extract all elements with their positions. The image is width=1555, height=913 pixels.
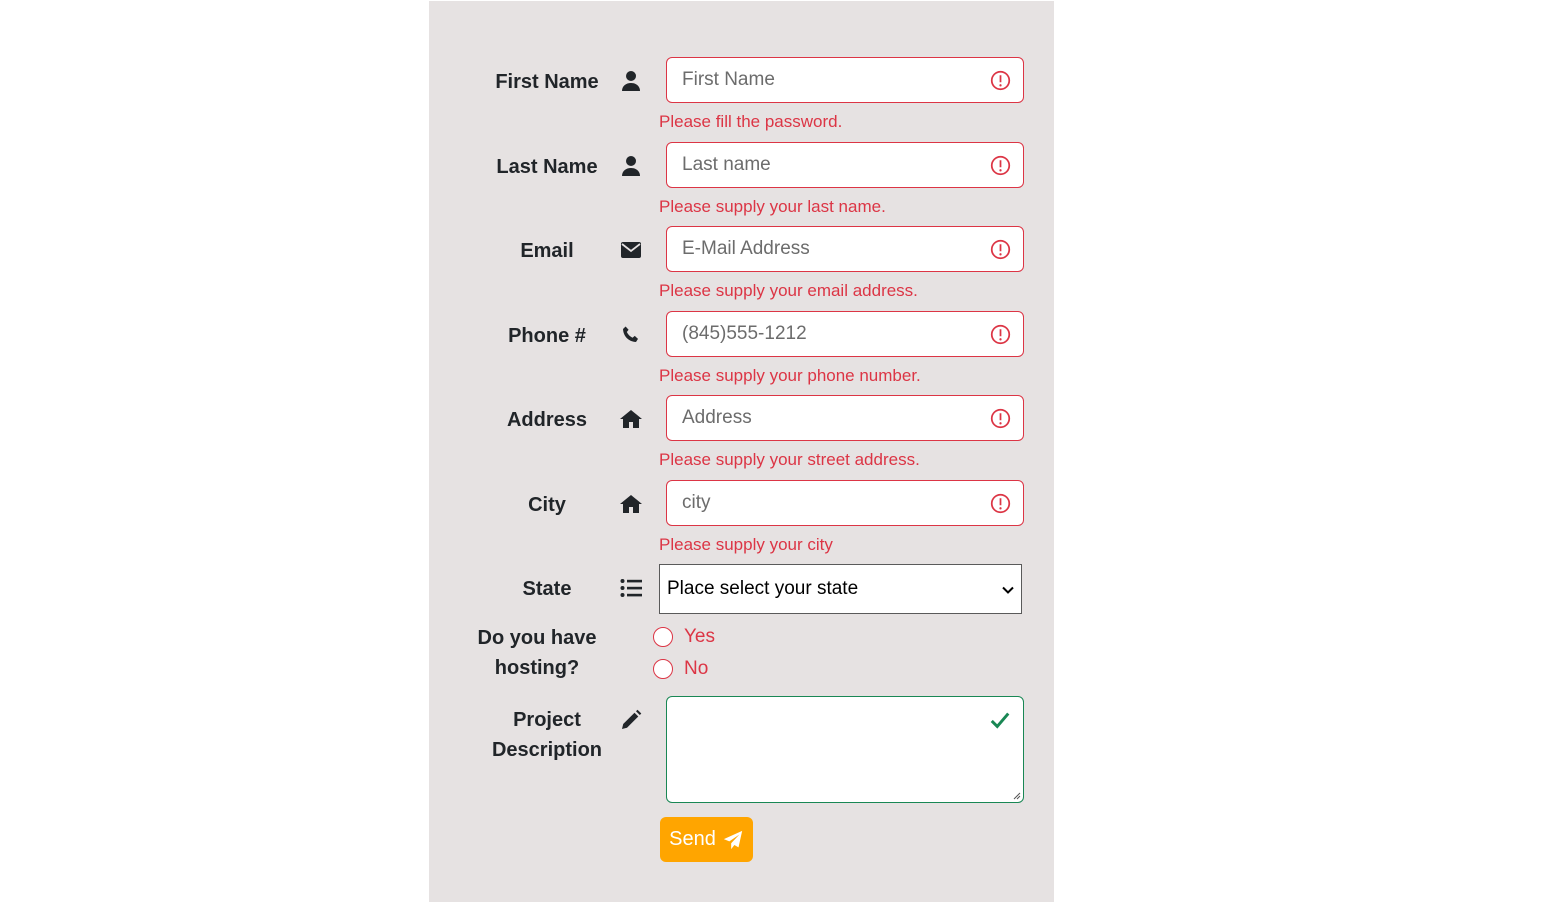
home-icon (619, 492, 643, 516)
envelope-icon (619, 238, 643, 262)
list-icon (619, 576, 643, 600)
last-name-error: Please supply your last name. (659, 197, 886, 216)
address-input-wrapper (666, 395, 1024, 441)
radio-yes-circle[interactable] (653, 627, 673, 647)
invalid-icon (990, 324, 1011, 345)
first-name-input-wrapper (666, 57, 1024, 103)
last-name-input-wrapper (666, 142, 1024, 188)
phone-input[interactable] (667, 312, 982, 356)
invalid-icon (990, 493, 1011, 514)
hosting-label-line1: Do you have (477, 627, 597, 649)
hosting-label-line2: hosting? (494, 657, 580, 679)
city-label: City (528, 494, 566, 516)
invalid-icon (990, 70, 1011, 91)
address-label: Address (506, 409, 588, 431)
state-select[interactable]: Place select your state (659, 564, 1022, 614)
user-icon (619, 154, 643, 178)
contact-form: First Name Please fill the password. Las… (429, 1, 1054, 902)
last-name-input[interactable] (667, 143, 982, 187)
radio-yes-label[interactable]: Yes (684, 625, 715, 649)
phone-error: Please supply your phone number. (659, 366, 921, 385)
description-textarea[interactable] (666, 696, 1024, 803)
email-input[interactable] (667, 227, 982, 271)
first-name-label: First Name (495, 71, 599, 93)
email-label: Email (520, 240, 574, 262)
user-icon (619, 69, 643, 93)
address-input[interactable] (667, 396, 982, 440)
radio-no-circle[interactable] (653, 659, 673, 679)
first-name-input[interactable] (667, 58, 982, 102)
invalid-icon (990, 239, 1011, 260)
pencil-icon (619, 708, 643, 732)
send-button-label: Send (669, 828, 716, 850)
send-button[interactable]: Send (660, 817, 753, 862)
invalid-icon (990, 408, 1011, 429)
invalid-icon (990, 155, 1011, 176)
first-name-error: Please fill the password. (659, 112, 843, 131)
resize-handle-icon[interactable] (1011, 790, 1021, 800)
description-label-line1: Project (513, 709, 581, 731)
city-input-wrapper (666, 480, 1024, 526)
paper-plane-icon (723, 830, 743, 849)
phone-input-wrapper (666, 311, 1024, 357)
phone-label: Phone # (508, 325, 586, 347)
last-name-label: Last Name (496, 156, 598, 178)
state-label: State (522, 578, 572, 600)
radio-no-label[interactable]: No (684, 657, 708, 681)
state-select-value: Place select your state (667, 578, 859, 599)
check-icon (990, 712, 1010, 729)
chevron-down-icon (1002, 586, 1014, 594)
city-input[interactable] (667, 481, 982, 525)
address-error: Please supply your street address. (659, 450, 920, 469)
home-icon (619, 407, 643, 431)
email-error: Please supply your email address. (659, 281, 918, 300)
email-input-wrapper (666, 226, 1024, 272)
description-label-line2: Description (491, 739, 603, 761)
city-error: Please supply your city (659, 535, 833, 554)
phone-icon (619, 323, 643, 347)
